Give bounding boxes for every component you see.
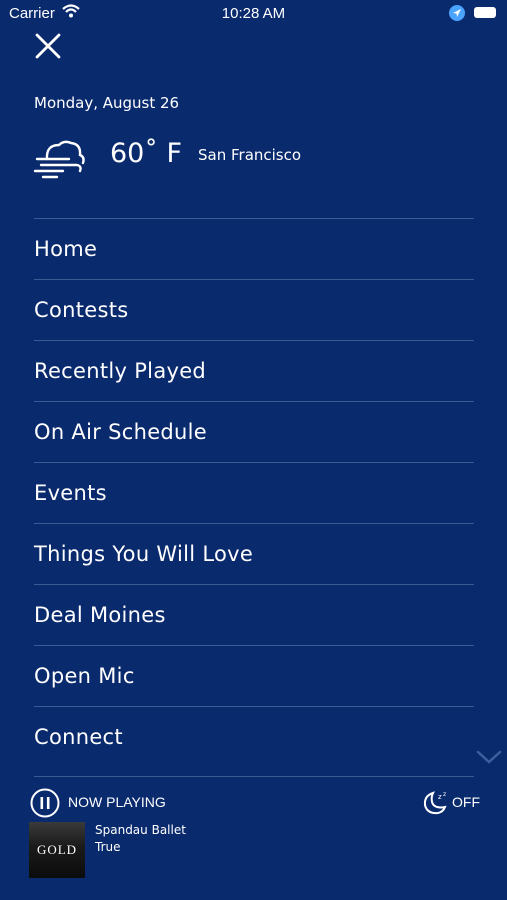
menu-item-deal-moines[interactable]: Deal Moines <box>34 584 474 645</box>
menu-item-open-mic[interactable]: Open Mic <box>34 645 474 706</box>
menu-item-label: Home <box>34 237 98 261</box>
location-arrow-icon <box>449 5 465 21</box>
menu-item-label: Contests <box>34 298 129 322</box>
album-art[interactable]: GOLD <box>29 822 85 878</box>
svg-text:z: z <box>438 793 442 801</box>
chevron-down-icon[interactable] <box>476 749 502 769</box>
menu-item-label: On Air Schedule <box>34 420 208 444</box>
menu-item-recently-played[interactable]: Recently Played <box>34 340 474 401</box>
sleep-timer-icon: z z <box>423 791 447 815</box>
city-name: San Francisco <box>198 146 302 164</box>
menu-item-on-air-schedule[interactable]: On Air Schedule <box>34 401 474 462</box>
album-art-text: GOLD <box>36 842 78 857</box>
pause-button[interactable] <box>30 788 60 818</box>
temperature: 60˚ F <box>110 138 182 169</box>
track-title: True <box>95 840 121 854</box>
status-bar: Carrier 10:28 AM <box>0 0 507 28</box>
menu-item-label: Open Mic <box>34 664 135 688</box>
menu-item-things-you-will-love[interactable]: Things You Will Love <box>34 523 474 584</box>
menu-item-label: Connect <box>34 725 123 749</box>
menu-item-label: Recently Played <box>34 359 207 383</box>
nav-menu: Home Contests Recently Played On Air Sch… <box>34 218 474 777</box>
menu-item-label: Deal Moines <box>34 603 166 627</box>
sleep-timer-button[interactable]: z z OFF <box>421 790 491 816</box>
now-playing-bar: NOW PLAYING z z OFF GOLD Spandau Ballet … <box>0 780 507 900</box>
menu-item-connect[interactable]: Connect <box>34 706 474 767</box>
menu-divider <box>34 776 474 777</box>
menu-item-label: Events <box>34 481 107 505</box>
battery-icon <box>474 7 496 18</box>
cloud-wind-icon <box>33 137 87 183</box>
menu-item-contests[interactable]: Contests <box>34 279 474 340</box>
track-artist: Spandau Ballet <box>95 823 186 837</box>
status-time: 10:28 AM <box>221 5 286 22</box>
sleep-timer-label: OFF <box>452 794 480 810</box>
now-playing-label: NOW PLAYING <box>68 794 166 810</box>
menu-item-events[interactable]: Events <box>34 462 474 523</box>
svg-text:z: z <box>443 791 446 798</box>
current-date: Monday, August 26 <box>34 94 180 112</box>
pause-icon <box>30 788 60 818</box>
close-icon <box>35 33 61 59</box>
menu-item-home[interactable]: Home <box>34 218 474 279</box>
menu-item-label: Things You Will Love <box>34 542 254 566</box>
close-button[interactable] <box>32 31 64 63</box>
